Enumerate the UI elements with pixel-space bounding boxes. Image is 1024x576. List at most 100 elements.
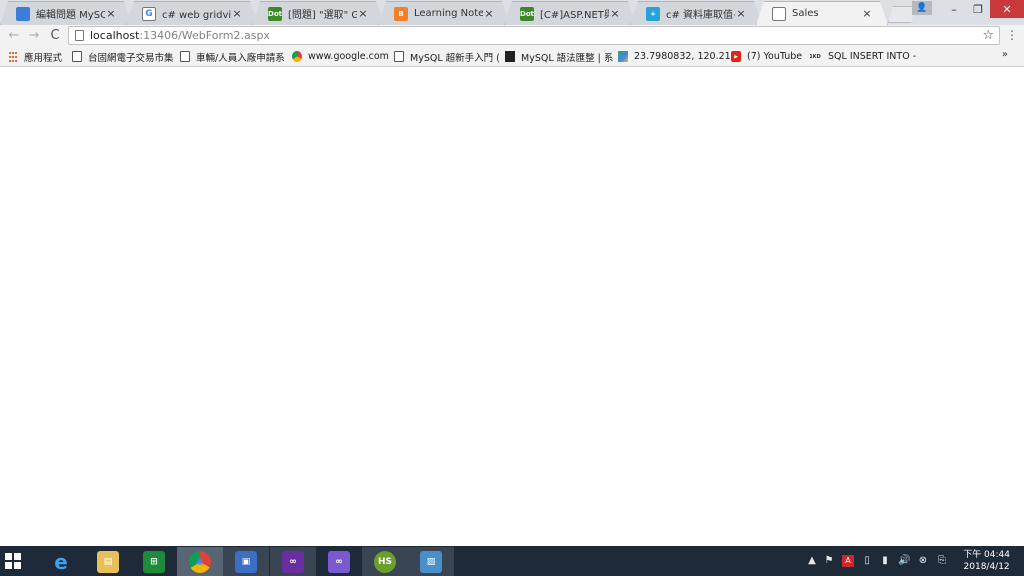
- minimize-button[interactable]: –: [942, 0, 966, 18]
- bookmark-label: (7) YouTube: [747, 51, 803, 62]
- bookmark-item[interactable]: 1KD SQL INSERT INTO -: [808, 49, 916, 64]
- bookmark-item[interactable]: 台固網電子交易市集: [72, 49, 174, 64]
- close-tab-icon[interactable]: ×: [105, 7, 117, 20]
- taskbar-store-button[interactable]: ⊞: [131, 547, 177, 576]
- plus-icon: +: [646, 7, 660, 21]
- internet-explorer-icon: e: [54, 549, 68, 574]
- bookmark-item[interactable]: MySQL 語法匯整 | 系: [505, 49, 613, 64]
- taskbar-visual-studio-2-button[interactable]: ∞: [316, 547, 362, 576]
- battery-icon[interactable]: ▯: [861, 555, 873, 567]
- show-desktop-button[interactable]: [1016, 546, 1024, 576]
- close-tab-icon[interactable]: ×: [231, 7, 243, 20]
- browser-tab[interactable]: 編輯問題 MySQL 插×: [0, 1, 132, 25]
- action-center-flag-icon[interactable]: ⚑: [823, 555, 835, 567]
- visual-studio-2-icon: ∞: [328, 550, 350, 573]
- browser-tab[interactable]: + c# 資料庫取值+顯示×: [630, 1, 762, 25]
- url-text[interactable]: localhost:13406/WebForm2.aspx: [90, 29, 982, 42]
- browser-tab[interactable]: Gc# web gridview 顯×: [126, 1, 258, 25]
- 1kd-icon: 1KD: [809, 53, 821, 60]
- window-controls: 👤 – ❐ ✕: [912, 0, 1024, 20]
- bookmark-label: MySQL 超新手入門 (: [410, 52, 500, 64]
- page-icon: [180, 51, 190, 62]
- bookmark-label: 車輛/人員入廠申請系: [196, 52, 285, 64]
- terminal-icon: [505, 51, 515, 62]
- browser-tab[interactable]: Dot [問題] "選取" Gridv×: [252, 1, 384, 25]
- tab-title: c# 資料庫取值+顯示: [666, 10, 734, 21]
- photos-icon: ▨: [420, 550, 442, 573]
- close-tab-icon[interactable]: ×: [357, 7, 369, 20]
- clock-date: 2018/4/12: [963, 562, 1010, 572]
- bookmark-label: 23.7980832, 120.21: [634, 51, 731, 62]
- clock-time: 下午 04:44: [963, 550, 1010, 560]
- reload-button[interactable]: C: [47, 27, 63, 43]
- bookmark-item[interactable]: 23.7980832, 120.21: [618, 49, 731, 64]
- bookmark-label: SQL INSERT INTO -: [828, 51, 917, 62]
- google-icon: G: [142, 7, 156, 21]
- close-window-button[interactable]: ✕: [990, 0, 1024, 18]
- dotnet-icon: Dot: [520, 7, 534, 21]
- browser-toolbar: ← → C localhost:13406/WebForm2.aspx ☆ ⋮: [0, 25, 1024, 46]
- bookmark-label: MySQL 語法匯整 | 系: [521, 52, 614, 64]
- bookmark-label: 台固網電子交易市集: [88, 52, 174, 64]
- tab-title: [問題] "選取" Gridv: [288, 10, 357, 21]
- taskbar-remote-desktop-button[interactable]: ▣: [223, 547, 269, 576]
- bookmark-label: 應用程式: [24, 52, 63, 64]
- close-tab-icon[interactable]: ×: [861, 7, 873, 20]
- browser-tab[interactable]: B Learning Notes: [C×: [378, 1, 510, 25]
- bookmarks-overflow-button[interactable]: »: [1002, 49, 1008, 60]
- input-method-icon[interactable]: ⎘: [936, 555, 948, 567]
- bookmark-item[interactable]: 車輛/人員入廠申請系: [180, 49, 285, 64]
- back-button[interactable]: ←: [6, 27, 22, 43]
- tab-title: Sales: [792, 8, 819, 19]
- store-icon: ⊞: [143, 550, 165, 573]
- taskbar-file-explorer-button[interactable]: ▤: [85, 547, 131, 576]
- blogger-icon: B: [394, 7, 408, 21]
- bookmark-item[interactable]: www.google.com: [292, 49, 389, 64]
- show-hidden-icons-icon[interactable]: ▲: [806, 555, 818, 567]
- network-icon[interactable]: ▮: [879, 555, 891, 567]
- bookmark-item[interactable]: ▶ (7) YouTube: [731, 49, 802, 64]
- forward-button[interactable]: →: [26, 27, 42, 43]
- address-bar[interactable]: localhost:13406/WebForm2.aspx ☆: [68, 26, 1000, 45]
- bookmark-label: www.google.com: [308, 51, 389, 62]
- page-info-icon[interactable]: [75, 30, 84, 41]
- taskbar-heidisql-button[interactable]: HS: [362, 547, 408, 576]
- start-button[interactable]: [5, 553, 21, 569]
- remote-desktop-icon: ▣: [235, 550, 257, 573]
- profile-icon[interactable]: 👤: [912, 1, 932, 15]
- browser-tab-strip: 編輯問題 MySQL 插×Gc# web gridview 顯×Dot[問題] …: [0, 0, 1024, 25]
- chrome-icon: [292, 51, 302, 62]
- notification-off-icon[interactable]: ⊗: [917, 555, 929, 567]
- tab-title: 編輯問題 MySQL 插: [36, 10, 105, 21]
- page-icon: [72, 51, 82, 62]
- heidisql-icon: HS: [374, 550, 396, 573]
- youtube-icon: ▶: [731, 51, 741, 62]
- windows-taskbar: 下午 04:44 2018/4/12 e ▤ ⊞ ◉ ▣ ∞ ∞ HS ▨ ▲ ⚑ A ▯ ▮ 🔊 ⊗ ⎘: [0, 546, 1024, 576]
- tab-title: [C#]ASP.NET與資料: [540, 10, 609, 21]
- taskbar-photos-button[interactable]: ▨: [408, 547, 454, 576]
- dotnet-icon: Dot: [268, 7, 282, 21]
- file-explorer-icon: ▤: [97, 550, 119, 573]
- close-tab-icon[interactable]: ×: [735, 7, 747, 20]
- tab-title: c# web gridview 顯: [162, 10, 231, 21]
- antivirus-icon[interactable]: A: [842, 555, 854, 567]
- taskbar-chrome-button[interactable]: ◉: [177, 547, 223, 576]
- apps-icon: [8, 51, 18, 62]
- visual-studio-icon: ∞: [282, 550, 304, 573]
- browser-tab[interactable]: Sales ×: [756, 1, 888, 25]
- stackoverflow-icon: [16, 7, 30, 21]
- system-clock[interactable]: 下午 04:44 2018/4/12: [963, 549, 1010, 573]
- bookmark-star-icon[interactable]: ☆: [982, 28, 994, 43]
- restore-button[interactable]: ❐: [966, 0, 990, 18]
- close-tab-icon[interactable]: ×: [483, 7, 495, 20]
- browser-tab[interactable]: Dot [C#]ASP.NET與資料×: [504, 1, 636, 25]
- page-icon: [394, 51, 404, 62]
- close-tab-icon[interactable]: ×: [609, 7, 621, 20]
- bookmarks-bar: » 應用程式 台固網電子交易市集 車輛/人員入廠申請系 www.google.com M…: [0, 46, 1024, 67]
- browser-menu-icon[interactable]: ⋮: [1006, 28, 1018, 42]
- bookmark-item[interactable]: 應用程式: [8, 49, 62, 64]
- taskbar-visual-studio-button[interactable]: ∞: [270, 547, 316, 576]
- volume-icon[interactable]: 🔊: [898, 555, 910, 567]
- taskbar-internet-explorer-button[interactable]: e: [38, 547, 84, 576]
- bookmark-item[interactable]: MySQL 超新手入門 (: [394, 49, 500, 64]
